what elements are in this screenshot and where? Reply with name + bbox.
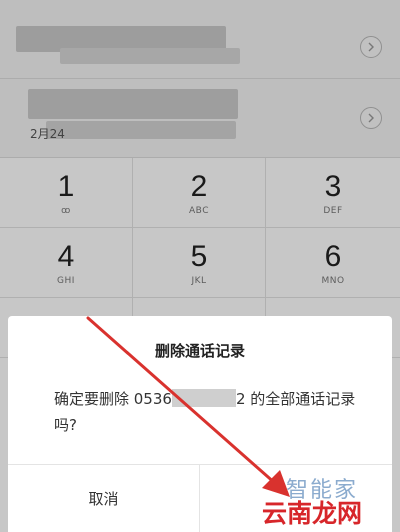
dialog-message-prefix: 确定要删除 0536 [54,390,172,408]
dialog-title: 删除通话记录 [154,342,245,360]
watermark-site-name: 云南龙网 [262,499,363,528]
dialog-message-line2: 吗? [54,416,77,434]
pixelated-phone-number [171,389,236,407]
cancel-button[interactable]: 取消 [8,465,200,532]
dialog-message: 确定要删除 0536 2 的全部通话记录 吗? [54,386,374,438]
dialog-message-suffix: 2 的全部通话记录 [235,390,356,408]
